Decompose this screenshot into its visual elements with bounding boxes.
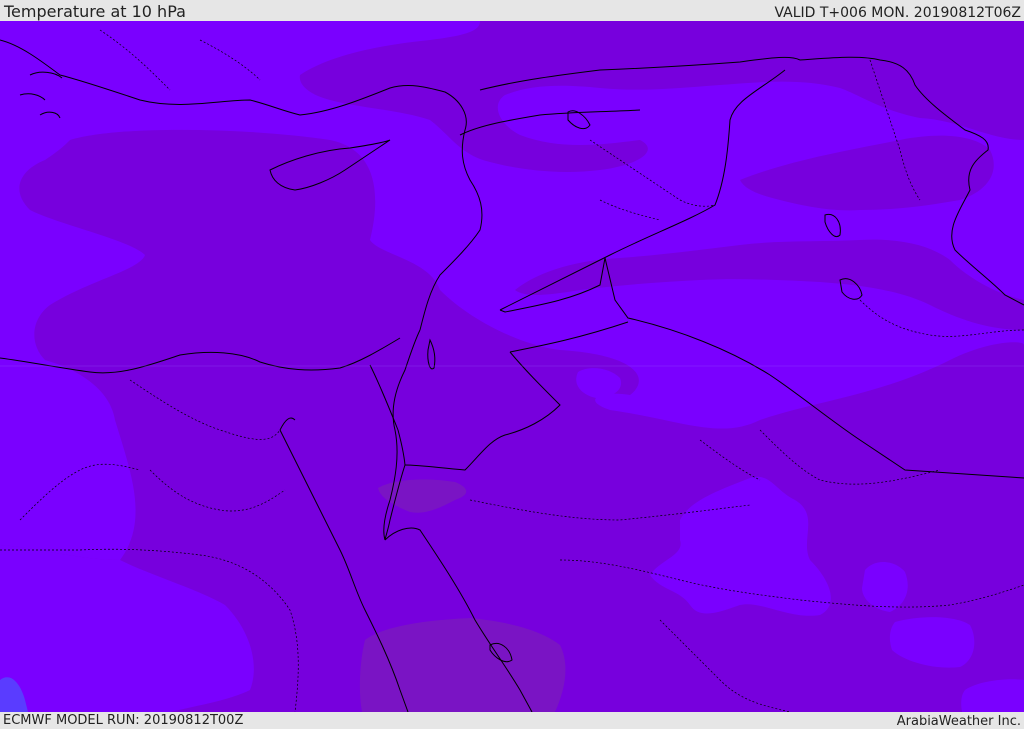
temperature-map-svg <box>0 21 1024 712</box>
footer-bar: ECMWF MODEL RUN: 20190812T00Z ArabiaWeat… <box>0 712 1024 729</box>
model-run-label: ECMWF MODEL RUN: 20190812T00Z <box>3 713 244 728</box>
weather-map-page: Temperature at 10 hPa VALID T+006 MON. 2… <box>0 0 1024 729</box>
map-title: Temperature at 10 hPa <box>4 2 186 21</box>
valid-time: VALID T+006 MON. 20190812T06Z <box>774 5 1021 21</box>
header-bar: Temperature at 10 hPa VALID T+006 MON. 2… <box>0 0 1024 21</box>
map-canvas[interactable] <box>0 21 1024 712</box>
credit-label: ArabiaWeather Inc. <box>896 714 1021 729</box>
